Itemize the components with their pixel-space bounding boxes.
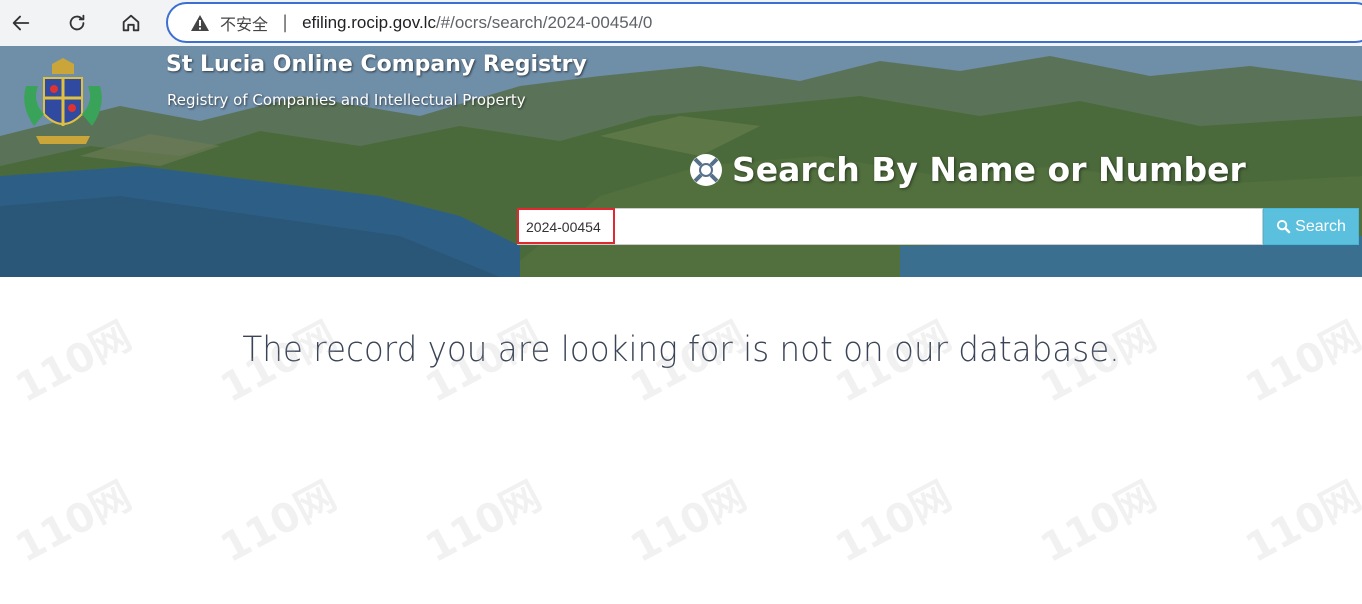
watermark: 110网: [828, 473, 959, 572]
url-path: /#/ocrs/search/2024-00454/0: [435, 12, 653, 32]
back-button[interactable]: [4, 6, 38, 40]
home-icon: [122, 14, 140, 32]
address-separator: |: [282, 12, 289, 33]
search-bar: Search: [517, 208, 1359, 245]
site-title: St Lucia Online Company Registry: [166, 52, 587, 77]
not-found-message: The record you are looking for is not on…: [242, 330, 1120, 370]
url-text: efiling.rocip.gov.lc/#/ocrs/search/2024-…: [302, 13, 652, 33]
arrow-left-icon: [12, 15, 30, 31]
search-input[interactable]: [517, 208, 1263, 245]
search-button[interactable]: Search: [1263, 208, 1359, 245]
site-subtitle: Registry of Companies and Intellectual P…: [167, 91, 526, 109]
watermark: 110网: [623, 473, 754, 572]
warning-icon: [191, 14, 209, 31]
watermark: 110网: [213, 473, 344, 572]
hero-banner: St Lucia Online Company Registry Registr…: [0, 46, 1362, 277]
address-bar[interactable]: 不安全 | efiling.rocip.gov.lc/#/ocrs/search…: [166, 2, 1362, 43]
search-button-label: Search: [1295, 217, 1346, 235]
search-heading-text: Search By Name or Number: [732, 150, 1246, 189]
watermark: 110网: [1238, 473, 1362, 572]
home-button[interactable]: [114, 6, 148, 40]
watermark: 110网: [8, 473, 139, 572]
lifebuoy-icon: [690, 153, 722, 186]
watermark: 110网: [418, 473, 549, 572]
reload-icon: [69, 14, 85, 31]
coat-of-arms-logo: [24, 58, 102, 144]
url-host: efiling.rocip.gov.lc: [302, 12, 436, 32]
reload-button[interactable]: [60, 6, 94, 40]
watermark: 110网: [1033, 473, 1164, 572]
browser-toolbar: 不安全 | efiling.rocip.gov.lc/#/ocrs/search…: [0, 0, 1362, 46]
search-heading: Search By Name or Number: [688, 150, 1246, 189]
insecure-label: 不安全: [220, 14, 269, 34]
search-icon: [1277, 219, 1291, 234]
